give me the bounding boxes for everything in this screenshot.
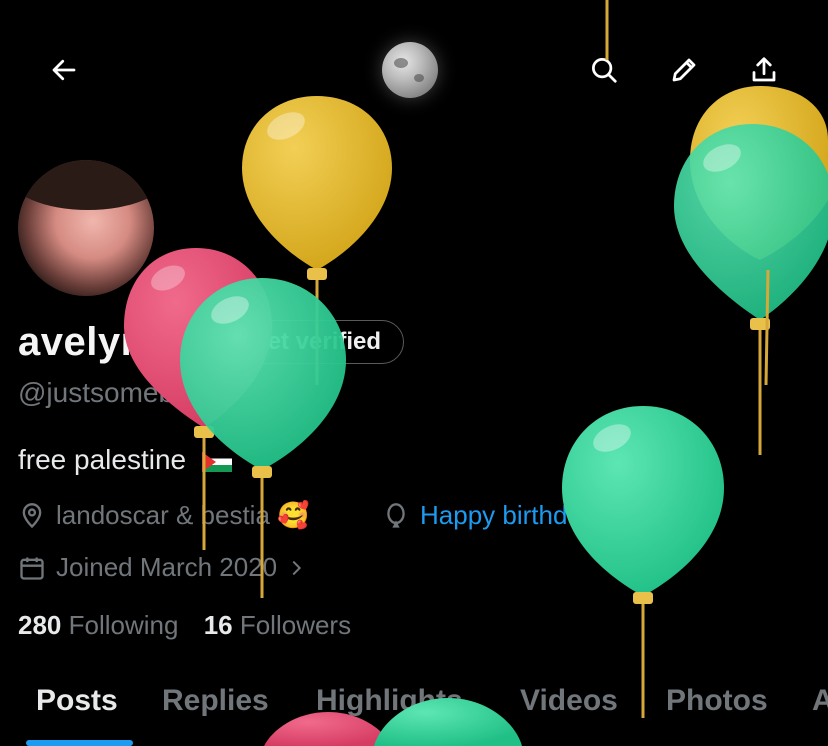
active-tab-indicator xyxy=(26,740,133,746)
joined-row[interactable]: Joined March 2020 xyxy=(18,552,317,583)
bio-text: free palestine xyxy=(18,444,187,475)
green-balloon xyxy=(674,124,828,455)
search-button[interactable] xyxy=(584,50,624,90)
followers-label: Followers xyxy=(239,610,352,640)
get-verified-label: Get verified xyxy=(249,328,382,355)
profile-handle: @justsomebody xyxy=(18,377,220,408)
tab-highlights[interactable]: Highlights xyxy=(316,684,463,718)
yellow-balloon xyxy=(690,86,828,260)
profile-tabs: Posts Replies Highlights Videos Photos A xyxy=(0,676,828,746)
tab-photos[interactable]: Photos xyxy=(666,684,768,718)
tab-videos[interactable]: Videos xyxy=(520,684,618,718)
calendar-icon xyxy=(20,557,44,580)
following-count: 280 xyxy=(18,610,62,640)
birthday-link[interactable]: Happy birthday! xyxy=(420,500,602,531)
location-pin-icon xyxy=(22,502,42,528)
share-icon xyxy=(752,57,776,82)
moon-image xyxy=(382,42,438,98)
location-text: landoscar & bestia 🥰 xyxy=(56,500,310,530)
followers-stat[interactable]: 16 Followers xyxy=(204,610,351,640)
profile-bio: free palestine xyxy=(18,444,232,476)
chevron-right-icon xyxy=(292,560,302,575)
location-row: landoscar & bestia 🥰 xyxy=(18,500,310,531)
green-balloon xyxy=(562,406,724,718)
pencil-icon xyxy=(672,58,696,82)
back-arrow-icon xyxy=(52,59,76,81)
following-label: Following xyxy=(68,610,179,640)
search-icon xyxy=(592,58,617,83)
get-verified-button[interactable]: Get verified xyxy=(182,320,405,364)
joined-text: Joined March 2020 xyxy=(56,552,278,582)
profile-name: avelyn xyxy=(18,320,146,364)
balloon-icon xyxy=(387,502,405,528)
avatar-hair xyxy=(18,160,154,210)
tab-posts[interactable]: Posts xyxy=(36,684,118,718)
tab-articles[interactable]: A xyxy=(812,684,828,718)
birthday-row: Happy birthday! xyxy=(382,500,602,531)
following-stat[interactable]: 280 Following xyxy=(18,610,186,640)
palestine-flag-icon xyxy=(201,451,232,472)
edit-button[interactable] xyxy=(664,50,704,90)
share-button[interactable] xyxy=(744,50,784,90)
avatar[interactable] xyxy=(18,160,154,296)
followers-count: 16 xyxy=(203,610,233,640)
follow-stats: 280 Following 16 Followers xyxy=(18,610,351,641)
back-button[interactable] xyxy=(44,50,84,90)
tab-replies[interactable]: Replies xyxy=(162,684,269,718)
